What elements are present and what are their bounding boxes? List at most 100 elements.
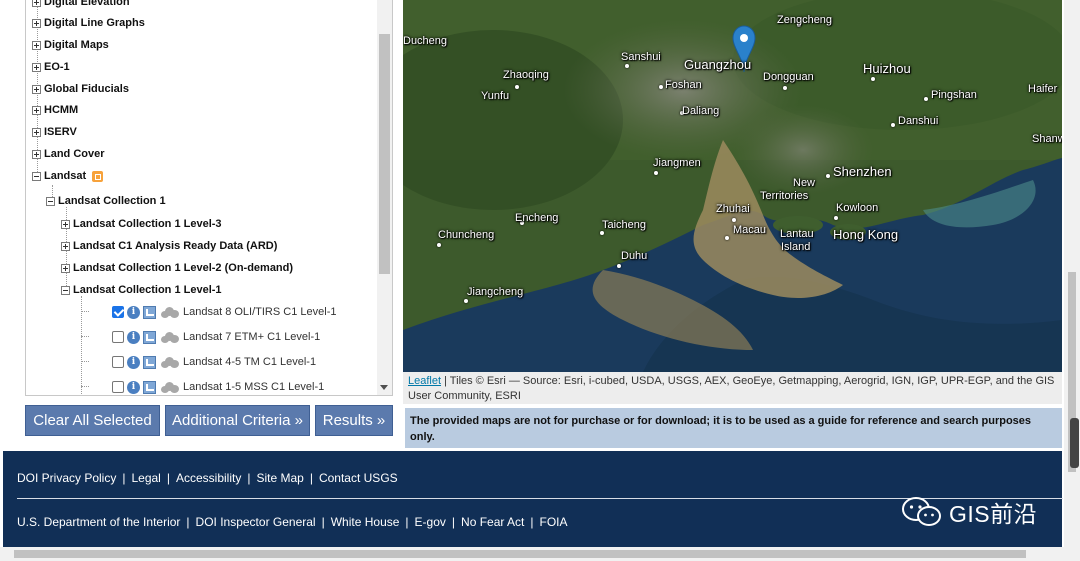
browse-overlay-icon[interactable]	[143, 330, 156, 344]
footer-link-foia[interactable]: FOIA	[540, 515, 568, 529]
browse-overlay-icon[interactable]	[143, 380, 156, 394]
map-label-pingshan: Pingshan	[931, 89, 977, 101]
tree-node-label: EO-1	[44, 61, 70, 73]
city-marker	[617, 264, 621, 268]
map-disclaimer: The provided maps are not for purchase o…	[405, 408, 1062, 448]
footer-links-primary: DOI Privacy Policy | Legal | Accessibili…	[17, 471, 398, 485]
horizontal-scrollbar[interactable]	[0, 547, 1064, 561]
expand-icon[interactable]	[32, 127, 41, 137]
additional-criteria-button[interactable]: Additional Criteria »	[165, 405, 310, 436]
tree-node-digital-elevation[interactable]: Digital Elevation	[32, 0, 130, 11]
expand-icon[interactable]	[61, 219, 70, 229]
tree-node-c1-ard[interactable]: Landsat C1 Analysis Ready Data (ARD)	[61, 237, 277, 255]
tree-node-c1-level-3[interactable]: Landsat Collection 1 Level-3	[61, 215, 222, 233]
city-marker	[437, 243, 441, 247]
dataset-tree-panel: Digital Elevation Digital Line Graphs Di…	[25, 0, 393, 396]
footer-link-accessibility[interactable]: Accessibility	[176, 471, 241, 485]
browse-overlay-icon[interactable]	[143, 305, 156, 319]
expand-icon[interactable]	[61, 263, 70, 273]
tree-node-label: Landsat Collection 1	[58, 195, 166, 207]
dataset-checkbox[interactable]	[112, 306, 124, 318]
city-marker	[891, 123, 895, 127]
map-attribution: Leaflet | Tiles © Esri — Source: Esri, i…	[403, 372, 1062, 404]
tree-scrollbar-thumb[interactable]	[379, 34, 390, 274]
browse-overlay-icon[interactable]	[143, 355, 156, 369]
tree-node-landsat[interactable]: Landsat	[32, 167, 104, 185]
horizontal-scrollbar-thumb[interactable]	[14, 550, 1026, 558]
footer-link-contact-usgs[interactable]: Contact USGS	[319, 471, 398, 485]
city-marker	[783, 86, 787, 90]
dataset-checkbox[interactable]	[112, 381, 124, 393]
footer-link-egov[interactable]: E-gov	[415, 515, 446, 529]
info-icon[interactable]: i	[127, 355, 140, 369]
tree-node-land-cover[interactable]: Land Cover	[32, 145, 105, 163]
info-icon[interactable]: i	[127, 330, 140, 344]
tree-node-c1-level-2[interactable]: Landsat Collection 1 Level-2 (On-demand)	[61, 259, 293, 277]
footer-links-secondary: U.S. Department of the Interior | DOI In…	[17, 515, 568, 529]
collapse-icon[interactable]	[61, 285, 70, 295]
map-label-island: Island	[781, 241, 811, 253]
footer-link-inspector-general[interactable]: DOI Inspector General	[196, 515, 316, 529]
map-label-jiangcheng: Jiangcheng	[467, 286, 524, 298]
tree-node-label: Global Fiducials	[44, 83, 129, 95]
clear-all-selected-button[interactable]: Clear All Selected	[25, 405, 160, 436]
collapse-icon[interactable]	[46, 196, 55, 206]
dataset-checkbox[interactable]	[112, 331, 124, 343]
info-icon[interactable]: i	[127, 305, 140, 319]
map-view[interactable]: Zengcheng Ducheng Sanshui Guangzhou Huiz…	[403, 0, 1062, 372]
footer-link-no-fear-act[interactable]: No Fear Act	[461, 515, 524, 529]
tree-node-digital-maps[interactable]: Digital Maps	[32, 36, 109, 54]
city-marker	[834, 216, 838, 220]
dataset-label: Landsat 1-5 MSS C1 Level-1	[183, 381, 325, 393]
map-label-territories: Territories	[760, 190, 809, 202]
expand-icon[interactable]	[32, 62, 41, 72]
footer-link-doi[interactable]: U.S. Department of the Interior	[17, 515, 180, 529]
leaflet-link[interactable]: Leaflet	[408, 375, 441, 387]
tree-node-label: Digital Maps	[44, 39, 109, 51]
dataset-label: Landsat 4-5 TM C1 Level-1	[183, 356, 317, 368]
expand-icon[interactable]	[32, 40, 41, 50]
landsat-info-icon[interactable]	[92, 170, 104, 182]
tree-node-global-fiducials[interactable]: Global Fiducials	[32, 80, 129, 98]
tree-guide-line	[81, 336, 89, 337]
results-button[interactable]: Results »	[315, 405, 393, 436]
footer-link-legal[interactable]: Legal	[131, 471, 160, 485]
tree-node-label: Landsat Collection 1 Level-1	[73, 284, 222, 296]
map-label-daliang: Daliang	[682, 105, 720, 117]
expand-icon[interactable]	[61, 241, 70, 251]
expand-icon[interactable]	[32, 105, 41, 115]
footer-link-privacy[interactable]: DOI Privacy Policy	[17, 471, 116, 485]
footer-link-white-house[interactable]: White House	[331, 515, 400, 529]
tree-scrollbar[interactable]	[377, 0, 392, 395]
feedback-tab[interactable]	[1070, 418, 1079, 468]
tree-node-hcmm[interactable]: HCMM	[32, 101, 78, 119]
dataset-label: Landsat 7 ETM+ C1 Level-1	[183, 331, 321, 343]
tree-node-eo-1[interactable]: EO-1	[32, 58, 70, 76]
tree-node-landsat-collection-1[interactable]: Landsat Collection 1	[46, 192, 166, 210]
tree-guide-line	[81, 386, 89, 387]
expand-icon[interactable]	[32, 0, 41, 7]
tree-node-digital-line-graphs[interactable]: Digital Line Graphs	[32, 14, 145, 32]
map-label-zengcheng: Zengcheng	[777, 14, 833, 26]
collapse-icon[interactable]	[32, 171, 41, 181]
tree-node-label: Landsat Collection 1 Level-2 (On-demand)	[73, 262, 294, 274]
expand-icon[interactable]	[32, 149, 41, 159]
dataset-checkbox[interactable]	[112, 356, 124, 368]
map-label-dongguan: Dongguan	[763, 71, 814, 83]
cloud-icon	[161, 381, 179, 393]
scroll-down-arrow-icon[interactable]	[380, 385, 388, 390]
page-scrollbar[interactable]	[1064, 0, 1080, 561]
expand-icon[interactable]	[32, 84, 41, 94]
city-marker	[515, 85, 519, 89]
tree-node-label: HCMM	[44, 104, 79, 116]
city-marker	[871, 77, 875, 81]
footer-separator: |	[451, 515, 456, 529]
dataset-label: Landsat 8 OLI/TIRS C1 Level-1	[183, 306, 337, 318]
tree-node-iserv[interactable]: ISERV	[32, 123, 77, 141]
footer-link-site-map[interactable]: Site Map	[256, 471, 303, 485]
tree-node-label: Landsat C1 Analysis Ready Data (ARD)	[73, 240, 278, 252]
info-icon[interactable]: i	[127, 380, 140, 394]
expand-icon[interactable]	[32, 18, 41, 28]
site-footer: DOI Privacy Policy | Legal | Accessibili…	[3, 451, 1063, 547]
tree-node-c1-level-1[interactable]: Landsat Collection 1 Level-1	[61, 281, 222, 299]
